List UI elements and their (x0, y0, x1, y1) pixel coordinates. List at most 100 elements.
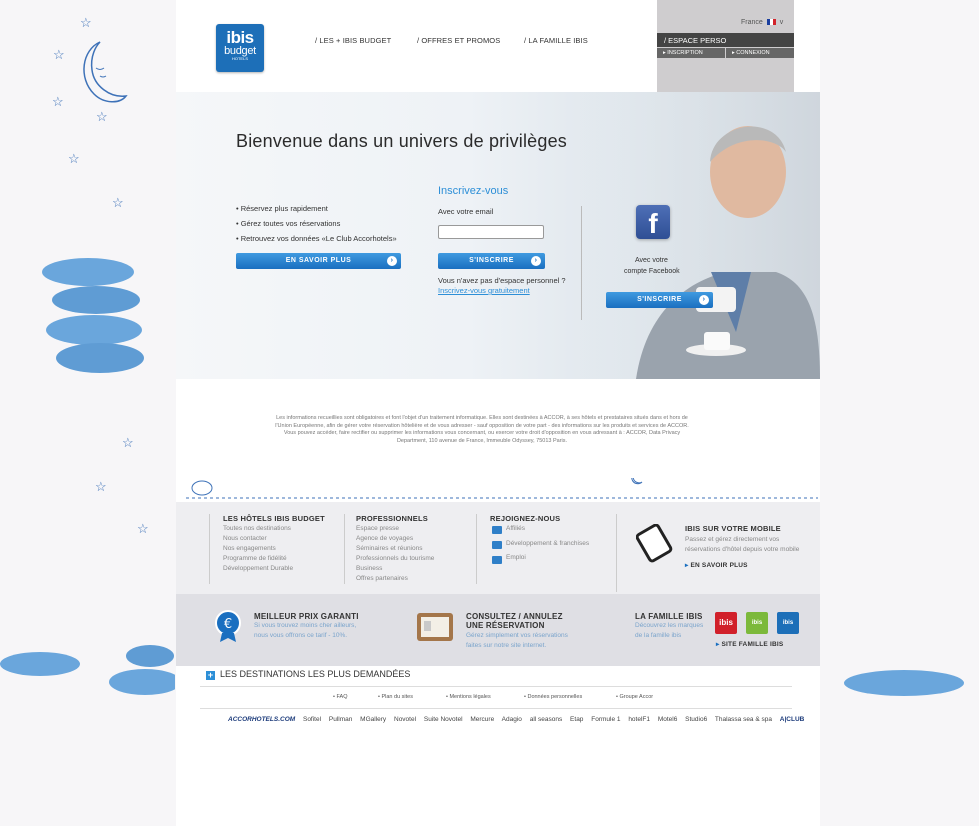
brand-all-seasons[interactable]: all seasons (530, 716, 563, 723)
divider (616, 514, 617, 592)
franchise-icon (492, 541, 502, 549)
nav-offres-promos[interactable]: / OFFRES ET PROMOS (417, 36, 500, 45)
footer-link[interactable]: Espace presse (356, 524, 434, 534)
destinations-toggle[interactable]: LES DESTINATIONS LES PLUS DEMANDÉES (220, 669, 410, 679)
star-icon: ☆ (95, 479, 107, 494)
ibis-budget-brand-icon[interactable]: ibis (777, 612, 799, 634)
reservation-board-icon (417, 613, 453, 641)
nav-les-plus[interactable]: / LES + IBIS BUDGET (315, 36, 391, 45)
brand-hotelf1[interactable]: hotelF1 (628, 716, 650, 723)
footer-link[interactable]: Développement & franchises (506, 539, 589, 549)
footer-link[interactable]: Emploi (506, 553, 526, 563)
divider (200, 708, 792, 709)
benefit-item: • Retrouvez vos données «Le Club Accorho… (236, 234, 397, 243)
faq-link[interactable]: • FAQ (333, 694, 347, 700)
brand-list: ACCORHOTELS.COM Sofitel Pullman MGallery… (228, 716, 810, 723)
footer-link[interactable]: Nous contacter (223, 534, 293, 544)
nav-famille-ibis[interactable]: / LA FAMILLE IBIS (524, 36, 588, 45)
footer-link[interactable]: Nos engagements (223, 544, 293, 554)
star-icon: ☆ (122, 435, 134, 450)
brand-aclub[interactable]: A|CLUB (780, 716, 805, 723)
col2-title: PROFESSIONNELS (356, 514, 428, 523)
famille-title: LA FAMILLE IBIS (635, 612, 703, 621)
brand-motel6[interactable]: Motel6 (658, 716, 678, 723)
mentions-legales-link[interactable]: • Mentions légales (446, 694, 491, 700)
best-price-text: Si vous trouvez moins cher ailleurs, nou… (254, 621, 356, 641)
groupe-accor-link[interactable]: • Groupe Accor (616, 694, 653, 700)
brand-pullman[interactable]: Pullman (329, 716, 352, 723)
consult-title-1: CONSULTEZ / ANNULEZ (466, 612, 563, 621)
ibis-styles-brand-icon[interactable]: ibis (746, 612, 768, 634)
brand-novotel[interactable]: Novotel (394, 716, 416, 723)
plan-du-site-link[interactable]: • Plan du sites (378, 694, 413, 700)
signup-free-link[interactable]: Inscrivez-vous gratuitement (438, 286, 530, 295)
brand-studio6[interactable]: Studio6 (685, 716, 707, 723)
star-icon: ☆ (53, 47, 65, 62)
star-icon: ☆ (68, 151, 80, 166)
sinscrire-facebook-button[interactable]: S'INSCRIRE › (606, 292, 713, 308)
no-account-text: Vous n'avez pas d'espace personnel ? (438, 276, 566, 285)
facebook-icon[interactable]: f (636, 205, 670, 239)
brand-formule1[interactable]: Formule 1 (591, 716, 620, 723)
ibis-budget-logo[interactable]: ibis budget HOTELS (216, 24, 264, 72)
brand-thalassa[interactable]: Thalassa sea & spa (715, 716, 772, 723)
footer-link[interactable]: Business (356, 564, 434, 574)
consult-line: Gérez simplement vos réservations (466, 632, 568, 639)
ibis-brand-icon[interactable]: ibis (715, 612, 737, 634)
famille-link-label: SITE FAMILLE IBIS (721, 641, 784, 648)
connexion-link[interactable]: ▸ CONNEXION (726, 48, 794, 58)
expand-plus-icon[interactable]: + (206, 671, 215, 680)
donnees-personnelles-link[interactable]: • Données personnelles (524, 694, 582, 700)
signup-title: Inscrivez-vous (438, 185, 509, 197)
euro-badge-icon: € (215, 610, 241, 642)
col2-links: Espace presse Agence de voyages Séminair… (356, 524, 434, 584)
language-selector[interactable]: France v (741, 19, 783, 26)
footer-link[interactable]: Programme de fidélité (223, 554, 293, 564)
legal-paragraph: Les informations recueillies sont obliga… (275, 415, 689, 429)
arrow-right-icon: › (387, 256, 397, 266)
fb-text-1: Avec votre (635, 257, 668, 264)
link-label: FAQ (336, 694, 348, 700)
brand-sofitel[interactable]: Sofitel (303, 716, 321, 723)
logo-line1: ibis (226, 28, 254, 47)
footer-link[interactable]: Toutes nos destinations (223, 524, 293, 534)
connexion-label: CONNEXION (736, 50, 770, 56)
mobile-phone-icon (636, 524, 673, 563)
footer-link[interactable]: Professionnels du tourisme (356, 554, 434, 564)
email-input[interactable] (438, 225, 544, 239)
benefit-text: Réservez plus rapidement (240, 204, 328, 213)
famille-line: Découvrez les marques (635, 622, 704, 629)
famille-text: Découvrez les marques de la famille ibis (635, 621, 703, 641)
brand-accorhotels[interactable]: ACCORHOTELS.COM (228, 716, 295, 723)
sinscrire-label: S'INSCRIRE (469, 257, 514, 264)
brand-adagio[interactable]: Adagio (502, 716, 522, 723)
inscription-link[interactable]: ▸ INSCRIPTION (657, 48, 725, 58)
consult-line: faites sur notre site internet. (466, 642, 547, 649)
pillow-icon (844, 670, 964, 696)
page: ibis budget HOTELS / LES + IBIS BUDGET /… (176, 0, 820, 826)
sinscrire-label: S'INSCRIRE (637, 296, 682, 303)
brand-mercure[interactable]: Mercure (470, 716, 494, 723)
link-label: Groupe Accor (619, 694, 654, 700)
pillow-stack-icon (42, 258, 144, 373)
benefit-item: • Gérez toutes vos réservations (236, 219, 341, 228)
col3-title: REJOIGNEZ-NOUS (490, 514, 561, 523)
espace-perso: / ESPACE PERSO (657, 33, 794, 47)
sinscrire-email-button[interactable]: S'INSCRIRE › (438, 253, 545, 269)
language-label: France (741, 19, 763, 26)
footer-link[interactable]: Offres partenaires (356, 574, 434, 584)
hero: Bienvenue dans un univers de privilèges … (176, 92, 820, 379)
en-savoir-plus-button[interactable]: EN SAVOIR PLUS › (236, 253, 401, 269)
footer-link[interactable]: Agence de voyages (356, 534, 434, 544)
footer-link[interactable]: Développement Durable (223, 564, 293, 574)
footer-link[interactable]: Séminaires et réunions (356, 544, 434, 554)
brand-suite-novotel[interactable]: Suite Novotel (424, 716, 463, 723)
mobile-en-savoir-plus-link[interactable]: ▸ EN SAVOIR PLUS (685, 561, 748, 569)
footer-link[interactable]: Affiliés (506, 524, 525, 534)
site-famille-link[interactable]: ▸ SITE FAMILLE IBIS (716, 640, 783, 648)
brand-etap[interactable]: Etap (570, 716, 583, 723)
brand-mgallery[interactable]: MGallery (360, 716, 386, 723)
pillows-icon (0, 645, 175, 695)
link-label: Données personnelles (527, 694, 583, 700)
svg-text:€: € (224, 617, 232, 632)
